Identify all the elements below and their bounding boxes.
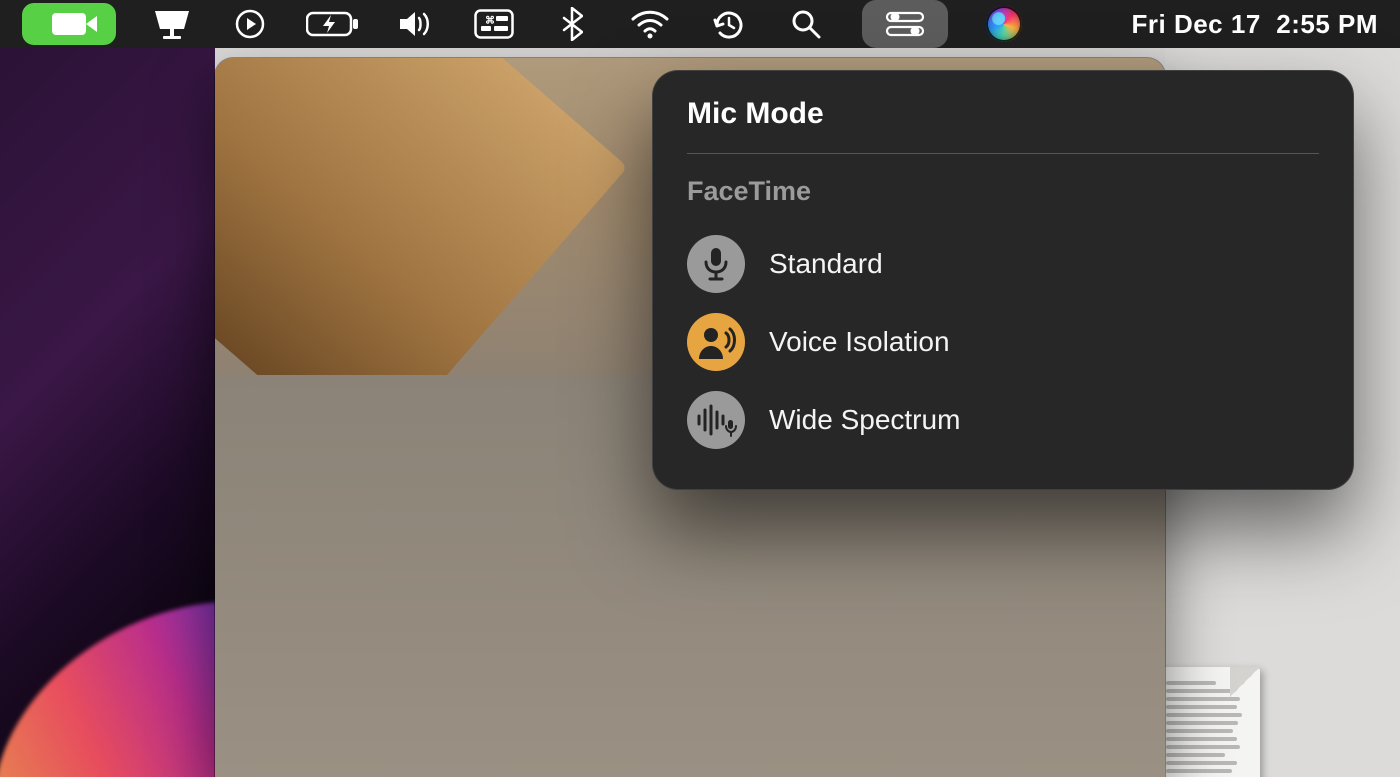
person-wave-icon (687, 313, 745, 371)
time-machine-icon[interactable] (706, 0, 750, 48)
siri-swirl-icon (986, 6, 1022, 42)
menu-bar: ⌘ Fri Dec 17 2:55 PM (0, 0, 1400, 48)
microphone-icon (687, 235, 745, 293)
facetime-menu-item[interactable] (22, 0, 116, 48)
mic-mode-option-voice-isolation[interactable]: Voice Isolation (687, 303, 1319, 381)
bluetooth-icon[interactable] (550, 0, 594, 48)
desktop-document-icon[interactable] (1156, 667, 1260, 777)
mic-mode-option-standard[interactable]: Standard (687, 225, 1319, 303)
keynote-icon[interactable] (150, 0, 194, 48)
waveform-mic-icon (687, 391, 745, 449)
volume-icon[interactable] (394, 0, 438, 48)
facetime-camera-icon (52, 13, 86, 35)
popover-divider (687, 153, 1319, 154)
mic-mode-label: Wide Spectrum (769, 404, 960, 436)
menu-bar-datetime[interactable]: Fri Dec 17 2:55 PM (1132, 0, 1379, 48)
mic-mode-label: Voice Isolation (769, 326, 950, 358)
battery-charging-icon[interactable] (306, 0, 360, 48)
wifi-icon[interactable] (628, 0, 672, 48)
siri-icon[interactable] (982, 0, 1026, 48)
svg-text:⌘: ⌘ (485, 16, 495, 27)
mic-mode-label: Standard (769, 248, 883, 280)
mic-mode-option-wide-spectrum[interactable]: Wide Spectrum (687, 381, 1319, 459)
now-playing-icon[interactable] (228, 0, 272, 48)
control-center-icon[interactable] (862, 0, 948, 48)
spotlight-search-icon[interactable] (784, 0, 828, 48)
popover-app-label: FaceTime (687, 176, 1319, 207)
mic-mode-popover: Mic Mode FaceTime Standard Voice Isolati… (652, 70, 1354, 490)
page-fold-decoration (1230, 667, 1260, 697)
popover-title: Mic Mode (687, 97, 1319, 131)
desktop-wallpaper-left (0, 48, 215, 777)
keyboard-shortcut-icon[interactable]: ⌘ (472, 0, 516, 48)
facetime-active-pill[interactable] (22, 3, 116, 45)
